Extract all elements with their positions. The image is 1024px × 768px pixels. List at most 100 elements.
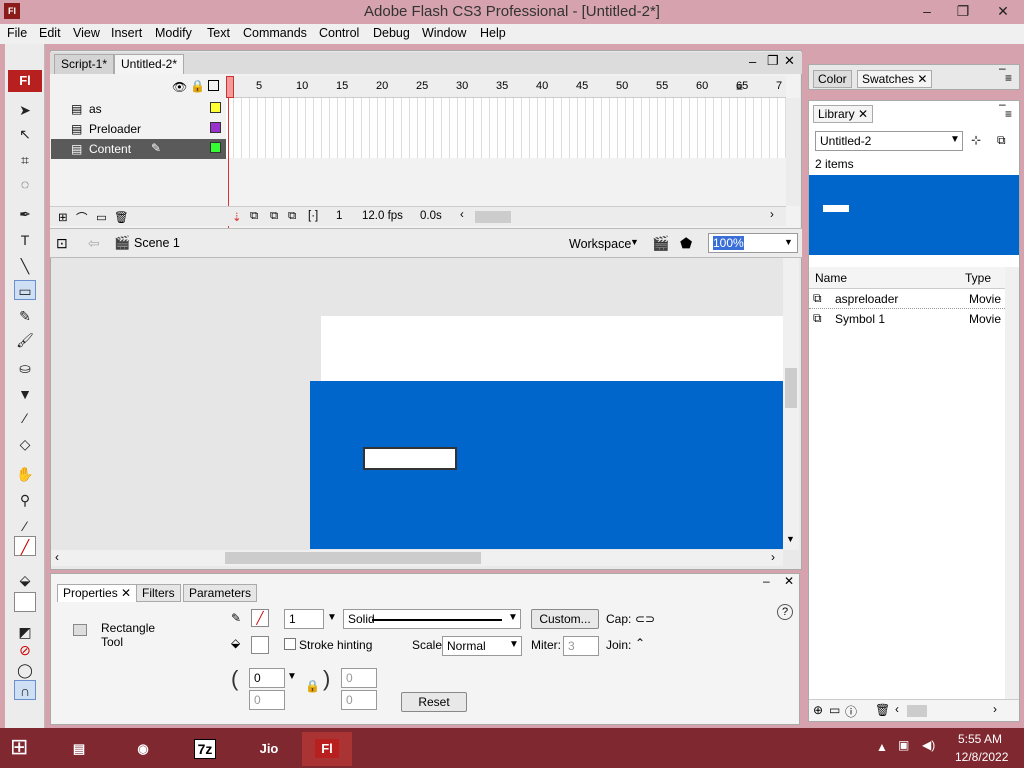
- no-color-icon[interactable]: ⊘: [14, 640, 36, 660]
- panel-options-icon[interactable]: ≡: [1005, 107, 1012, 121]
- column-type[interactable]: Type: [965, 271, 991, 285]
- eraser-icon[interactable]: ◇: [14, 434, 36, 454]
- minimize-button[interactable]: –: [910, 0, 944, 22]
- panel-restore-icon[interactable]: ❐: [767, 53, 779, 69]
- tab-color[interactable]: Color: [813, 70, 852, 88]
- selection-tool-icon[interactable]: ➤: [14, 100, 36, 120]
- tab-untitled-2[interactable]: Untitled-2*: [114, 54, 185, 74]
- dropdown-icon[interactable]: ▼: [509, 639, 519, 650]
- dropdown-icon[interactable]: ▼: [508, 612, 518, 623]
- menu-file[interactable]: File: [7, 26, 27, 40]
- new-library-icon[interactable]: ⧉: [997, 133, 1006, 148]
- tab-library[interactable]: Library ✕: [813, 105, 874, 123]
- timeline-toggle-icon[interactable]: ⊡: [56, 235, 68, 252]
- onion-markers-icon[interactable]: [·]: [308, 210, 318, 222]
- black-white-icon[interactable]: ◩: [14, 622, 36, 642]
- clock-date[interactable]: 12/8/2022: [955, 750, 1008, 764]
- scroll-right-icon[interactable]: ›: [771, 550, 775, 564]
- onion-outline-icon[interactable]: ⧉: [270, 210, 278, 223]
- library-row[interactable]: ⧉ Symbol 1 Movie: [809, 309, 1005, 329]
- panel-minimize-icon[interactable]: –: [763, 574, 770, 588]
- reset-button[interactable]: Reset: [401, 692, 467, 712]
- panel-close-icon[interactable]: ✕: [784, 574, 794, 588]
- text-tool-icon[interactable]: T: [14, 230, 36, 250]
- paint-bucket-icon[interactable]: ▼: [14, 384, 36, 404]
- delete-icon[interactable]: 🗑: [875, 703, 890, 717]
- corner-radius-field[interactable]: 0: [249, 668, 285, 688]
- corner-radius-field[interactable]: 0: [341, 690, 377, 710]
- menu-view[interactable]: View: [73, 26, 100, 40]
- panel-options-icon[interactable]: ≡: [1005, 71, 1012, 85]
- stroke-color-swatch[interactable]: ╱: [251, 609, 269, 627]
- menu-text[interactable]: Text: [207, 26, 230, 40]
- cap-style-icon[interactable]: ⊂⊃: [635, 612, 655, 626]
- menu-modify[interactable]: Modify: [155, 26, 192, 40]
- subselection-tool-icon[interactable]: ↖: [14, 124, 36, 144]
- line-tool-icon[interactable]: ╲: [14, 256, 36, 276]
- stage[interactable]: [321, 316, 783, 382]
- edit-scene-icon[interactable]: 🎬: [652, 235, 669, 252]
- stroke-color-icon[interactable]: ⁄: [14, 516, 36, 536]
- back-arrow-icon[interactable]: ⇦: [88, 235, 100, 252]
- ink-bottle-icon[interactable]: ⛀: [14, 358, 36, 378]
- pencil-icon[interactable]: ✎: [14, 306, 36, 326]
- tab-filters[interactable]: Filters: [136, 584, 181, 602]
- object-drawing-icon[interactable]: ◯: [14, 660, 36, 680]
- stroke-size-dropdown-icon[interactable]: ▼: [327, 612, 337, 623]
- library-vscroll[interactable]: [1005, 267, 1019, 699]
- zoom-icon[interactable]: ⚲: [14, 490, 36, 510]
- network-icon[interactable]: ▣: [898, 738, 909, 752]
- tab-properties[interactable]: Properties ✕: [57, 584, 138, 602]
- windows-start-icon[interactable]: ⊞: [10, 734, 28, 760]
- timeline-options-icon[interactable]: ≡: [736, 80, 743, 94]
- hand-icon[interactable]: ✋: [14, 464, 36, 484]
- chrome-icon[interactable]: ◉: [118, 732, 168, 766]
- stroke-swatch-icon[interactable]: ╱: [14, 536, 36, 556]
- menu-debug[interactable]: Debug: [373, 26, 410, 40]
- scroll-left-icon[interactable]: ‹: [55, 550, 59, 564]
- white-bar-shape[interactable]: [363, 447, 457, 470]
- custom-button[interactable]: Custom...: [531, 609, 599, 629]
- eyedropper-icon[interactable]: ⁄: [14, 408, 36, 428]
- edit-symbols-icon[interactable]: ⬟: [680, 235, 692, 252]
- column-name[interactable]: Name: [815, 271, 847, 285]
- close-button[interactable]: ✕: [986, 0, 1020, 22]
- flash-taskbar-icon[interactable]: Fl: [302, 732, 352, 766]
- library-doc-select[interactable]: Untitled-2 ▼: [815, 131, 963, 151]
- scroll-right-icon[interactable]: ›: [770, 209, 774, 221]
- stroke-style-select[interactable]: Solid ▼: [343, 609, 521, 629]
- new-folder-icon[interactable]: ▭: [829, 703, 840, 717]
- workspace-dropdown-icon[interactable]: ▼: [630, 237, 639, 247]
- dropdown-icon[interactable]: ▼: [287, 671, 297, 682]
- menu-control[interactable]: Control: [319, 26, 359, 40]
- stage-vscroll[interactable]: ▼: [783, 258, 799, 550]
- onion-skin-icon[interactable]: ⧉: [250, 210, 258, 223]
- panel-minimize-icon[interactable]: –: [749, 54, 756, 69]
- corner-radius-field[interactable]: 0: [341, 668, 377, 688]
- fill-color-icon[interactable]: ⬙: [14, 570, 36, 590]
- 7zip-icon[interactable]: 7z: [180, 732, 230, 766]
- panel-close-icon[interactable]: ✕: [784, 53, 795, 69]
- stroke-size-field[interactable]: 1: [284, 609, 324, 629]
- scroll-left-icon[interactable]: ‹: [895, 702, 899, 716]
- vscroll-thumb[interactable]: [785, 368, 797, 408]
- miter-field[interactable]: 3: [563, 636, 599, 656]
- scale-select[interactable]: Normal ▼: [442, 636, 522, 656]
- free-transform-icon[interactable]: ⌗: [14, 150, 36, 170]
- volume-icon[interactable]: ◀): [922, 738, 935, 752]
- eye-icon[interactable]: 👁: [172, 80, 187, 94]
- properties-icon[interactable]: ⓘ: [845, 703, 857, 720]
- timeline-hscroll-thumb[interactable]: [475, 211, 511, 223]
- center-frame-icon[interactable]: ⇣: [232, 210, 242, 224]
- rectangle-tool-icon[interactable]: ▭: [14, 280, 36, 300]
- restore-button[interactable]: ❐: [946, 0, 980, 22]
- tab-script-1[interactable]: Script-1*: [54, 54, 115, 74]
- dropdown-icon[interactable]: ▼: [950, 134, 960, 145]
- frame-grid[interactable]: [226, 98, 786, 158]
- trash-icon[interactable]: 🗑: [114, 210, 129, 224]
- help-icon[interactable]: ?: [777, 604, 793, 620]
- folder-icon[interactable]: ▭: [96, 210, 107, 224]
- layer-row[interactable]: ▤ Preloader: [51, 119, 226, 139]
- brush-icon[interactable]: 🖌: [14, 330, 36, 350]
- layer-row[interactable]: ▤ Content ✎: [51, 139, 226, 159]
